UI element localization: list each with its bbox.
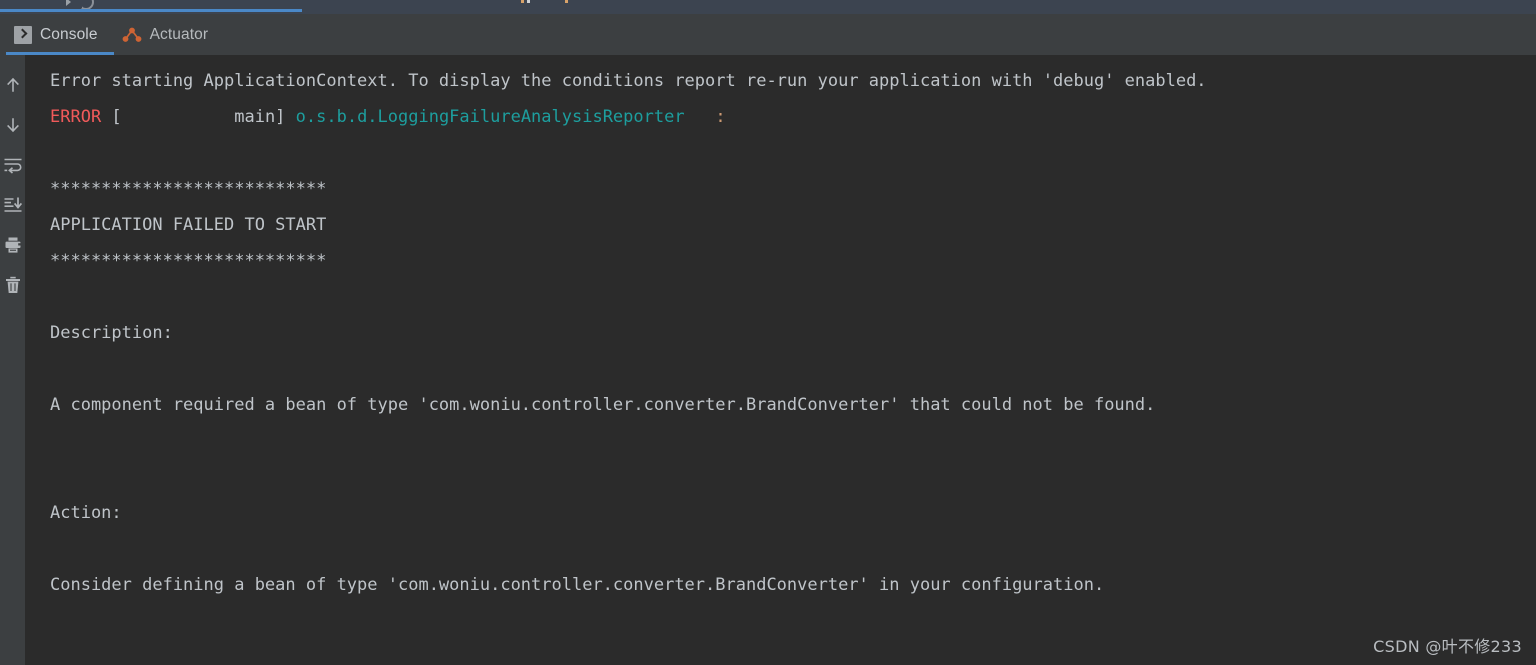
console-line-segment: ***************************	[50, 179, 326, 199]
console-line-segment: Description:	[50, 323, 173, 343]
console-line: ***************************	[50, 171, 1536, 207]
console-line: Description:	[50, 315, 1536, 351]
console-line	[50, 351, 1536, 387]
title-text-fragment-c	[565, 0, 568, 3]
down-arrow-icon[interactable]	[0, 105, 26, 145]
console-line-segment: :	[715, 107, 725, 127]
console-line: APPLICATION FAILED TO START	[50, 207, 1536, 243]
gear-icon-mask	[72, 0, 82, 8]
console-line	[50, 459, 1536, 495]
console-side-toolbar	[0, 55, 26, 665]
scroll-to-end-icon[interactable]	[0, 185, 26, 225]
tab-actuator-label: Actuator	[150, 26, 209, 44]
console-line-segment: ERROR	[50, 107, 101, 127]
console-line	[50, 135, 1536, 171]
tool-window-tabbar: Console Actuator	[0, 14, 1536, 55]
actuator-graph-icon	[122, 26, 142, 44]
console-text-content: Error starting ApplicationContext. To di…	[26, 63, 1536, 603]
console-line: Error starting ApplicationContext. To di…	[50, 63, 1536, 99]
console-line: Action:	[50, 495, 1536, 531]
tab-console-label: Console	[40, 26, 98, 44]
console-output[interactable]: Error starting ApplicationContext. To di…	[26, 55, 1536, 665]
console-line-segment	[685, 107, 716, 127]
console-line: ERROR [ main] o.s.b.d.LoggingFailureAnal…	[50, 99, 1536, 135]
console-line-segment: APPLICATION FAILED TO START	[50, 215, 326, 235]
console-line-segment: ***************************	[50, 251, 326, 271]
tab-actuator[interactable]: Actuator	[114, 14, 225, 55]
console-line	[50, 279, 1536, 315]
console-line-segment: Action:	[50, 503, 122, 523]
title-text-fragment-b	[527, 0, 530, 3]
console-icon	[14, 26, 32, 44]
console-line	[50, 423, 1536, 459]
ide-run-tool-window: Console Actuator	[0, 0, 1536, 665]
title-text-fragment-a	[521, 0, 524, 3]
collapse-caret-icon[interactable]	[66, 0, 71, 6]
active-window-underline	[0, 9, 302, 12]
print-icon[interactable]	[0, 225, 26, 265]
soft-wrap-icon[interactable]	[0, 145, 26, 185]
console-line: ***************************	[50, 243, 1536, 279]
console-line-segment: A component required a bean of type 'com…	[50, 395, 1155, 415]
console-line-segment: Consider defining a bean of type 'com.wo…	[50, 575, 1104, 595]
console-line	[50, 531, 1536, 567]
console-line-segment: o.s.b.d.LoggingFailureAnalysisReporter	[296, 107, 685, 127]
tab-console[interactable]: Console	[6, 14, 114, 55]
console-line-segment: [ main]	[101, 107, 295, 127]
console-line-segment: Error starting ApplicationContext. To di…	[50, 71, 1207, 91]
up-arrow-icon[interactable]	[0, 65, 26, 105]
window-top-strip	[0, 0, 1536, 14]
console-line: A component required a bean of type 'com…	[50, 387, 1536, 423]
tool-window-body: Error starting ApplicationContext. To di…	[0, 55, 1536, 665]
trash-icon[interactable]	[0, 265, 26, 305]
console-line: Consider defining a bean of type 'com.wo…	[50, 567, 1536, 603]
